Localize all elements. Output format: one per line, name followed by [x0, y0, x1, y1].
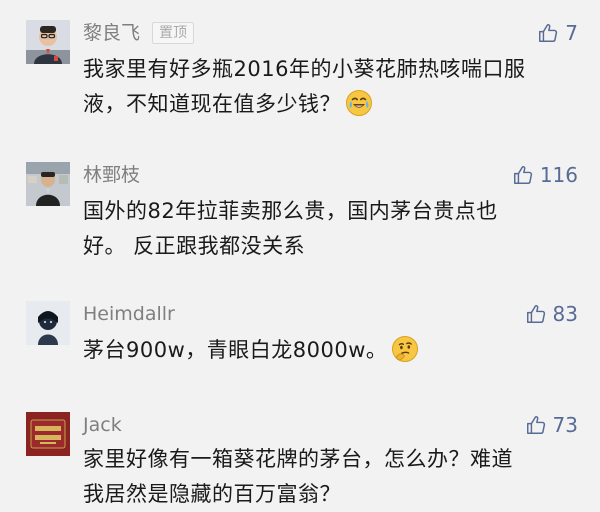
like-count: 83	[552, 302, 578, 326]
commenter-name[interactable]: 黎良飞	[83, 20, 140, 46]
comment-item: 黎良飞 置顶 7 我家里有好多瓶2016年的小葵花肺热咳喘口服 液，不知道现在值…	[0, 20, 600, 130]
like-count: 73	[552, 413, 578, 437]
comment-text: 我家里有好多瓶2016年的小葵花肺热咳喘口服 液，不知道现在值多少钱？	[83, 52, 558, 122]
thinking-emoji	[391, 335, 419, 363]
like-count: 116	[539, 163, 578, 187]
comment-item: Jack 73 家里好像有一箱葵花牌的茅台，怎么办？难道 我居然是隐藏的百万富翁…	[0, 412, 600, 512]
comment-text-line-text: 液，不知道现在值多少钱？	[83, 92, 341, 116]
thumbs-up-icon[interactable]	[512, 164, 534, 186]
comment-text-line: 我家里有好多瓶2016年的小葵花肺热咳喘口服	[83, 57, 526, 81]
thumbs-up-icon[interactable]	[525, 303, 547, 325]
avatar[interactable]	[26, 412, 70, 456]
avatar[interactable]	[26, 162, 70, 206]
like-button[interactable]: 83	[525, 301, 578, 327]
commenter-name[interactable]: 林鄄枝	[83, 162, 140, 188]
thumbs-up-icon[interactable]	[537, 22, 559, 44]
comment-item: 林鄄枝 116 国外的82年拉菲卖那么贵，国内茅台贵点也 好。 反正跟我都没关系	[0, 162, 600, 272]
avatar[interactable]	[26, 20, 70, 64]
commenter-name[interactable]: Heimdallr	[83, 301, 175, 327]
comment-item: Heimdallr 83 茅台900w，青眼白龙8000w。	[0, 301, 600, 373]
comment-text-line: 茅台900w，青眼白龙8000w。	[83, 333, 558, 368]
avatar[interactable]	[26, 301, 70, 345]
like-button[interactable]: 116	[512, 162, 578, 188]
laughing-crying-emoji	[345, 89, 373, 117]
comment-text-line: 好。 反正跟我都没关系	[83, 234, 306, 258]
pinned-badge: 置顶	[152, 22, 195, 44]
comment-text: 茅台900w，青眼白龙8000w。	[83, 333, 558, 368]
commenter-name[interactable]: Jack	[83, 412, 122, 438]
comment-text-line: 国外的82年拉菲卖那么贵，国内茅台贵点也	[83, 199, 498, 223]
comment-text-line-text: 茅台900w，青眼白龙8000w。	[83, 338, 388, 362]
thumbs-up-icon[interactable]	[525, 414, 547, 436]
like-button[interactable]: 73	[525, 412, 578, 438]
comment-text-line: 家里好像有一箱葵花牌的茅台，怎么办？难道	[83, 447, 513, 471]
comment-text-line: 液，不知道现在值多少钱？	[83, 87, 558, 122]
like-count: 7	[565, 21, 578, 45]
comment-text: 国外的82年拉菲卖那么贵，国内茅台贵点也 好。 反正跟我都没关系	[83, 194, 558, 264]
comment-text: 家里好像有一箱葵花牌的茅台，怎么办？难道 我居然是隐藏的百万富翁？	[83, 442, 558, 512]
like-button[interactable]: 7	[537, 20, 578, 46]
comment-text-line: 我居然是隐藏的百万富翁？	[83, 482, 341, 506]
comment-list: 黎良飞 置顶 7 我家里有好多瓶2016年的小葵花肺热咳喘口服 液，不知道现在值…	[0, 0, 600, 512]
